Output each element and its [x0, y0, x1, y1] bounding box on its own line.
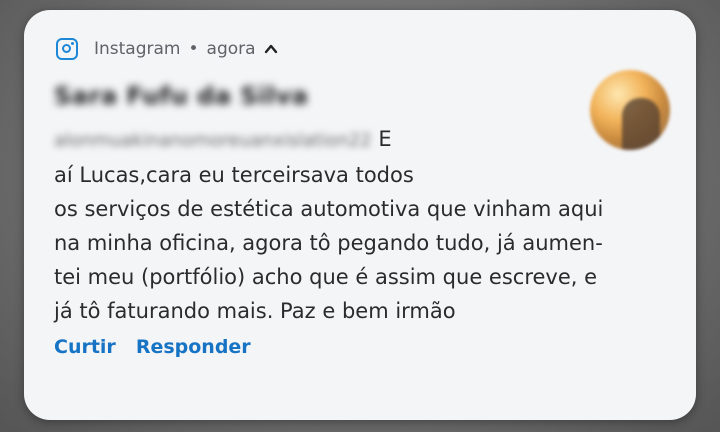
sender-name: Sara Fufu da Silva	[54, 82, 309, 110]
message-body: alonmuakinanomoreuanxislation22 E aí Luc…	[54, 122, 674, 328]
message-line-1: E	[378, 127, 392, 151]
notification-card[interactable]: Instagram • agora Sara Fufu da Silva alo…	[24, 10, 696, 420]
message-line-2: aí Lucas,cara eu terceirsava todos	[54, 163, 414, 187]
message-line-6: já tô faturando mais. Paz e bem irmão	[54, 299, 456, 323]
avatar	[590, 70, 670, 150]
reply-button[interactable]: Responder	[136, 336, 251, 358]
like-button[interactable]: Curtir	[54, 336, 116, 358]
sender-username: alonmuakinanomoreuanxislation22	[54, 130, 372, 151]
notification-time: agora	[206, 39, 256, 59]
message-line-4: na minha oficina, agora tô pegando tudo,…	[54, 231, 603, 255]
app-name: Instagram	[94, 39, 181, 59]
separator-dot: •	[188, 39, 199, 59]
message-line-3: os serviços de estética automotiva que v…	[54, 197, 604, 221]
avatar-figure	[622, 98, 660, 150]
notification-header: Instagram • agora	[56, 34, 278, 64]
notification-actions: Curtir Responder	[54, 336, 251, 358]
instagram-icon	[56, 38, 78, 60]
message-line-5: tei meu (portfólio) acho que é assim que…	[54, 265, 598, 289]
chevron-up-icon[interactable]	[264, 42, 278, 56]
